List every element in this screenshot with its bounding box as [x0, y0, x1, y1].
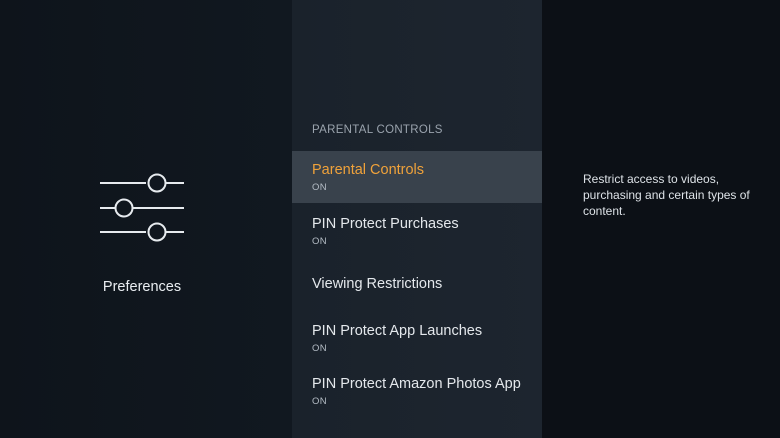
menu-item-status: ON: [312, 396, 327, 407]
menu-item-pin-protect-app-launches[interactable]: PIN Protect App Launches ON: [292, 311, 542, 363]
menu-item-viewing-restrictions[interactable]: Viewing Restrictions: [292, 258, 542, 310]
description-panel: Restrict access to videos, purchasing an…: [542, 0, 780, 438]
menu-item-pin-protect-amazon-photos[interactable]: PIN Protect Amazon Photos App ON: [292, 364, 542, 416]
menu-item-title: PIN Protect Amazon Photos App: [312, 376, 521, 392]
menu-header: PARENTAL CONTROLS: [312, 124, 443, 136]
item-description: Restrict access to videos, purchasing an…: [583, 172, 750, 218]
settings-menu: PARENTAL CONTROLS Parental Controls ON P…: [292, 0, 542, 438]
category-label: Preferences: [102, 279, 182, 295]
menu-item-status: ON: [312, 236, 327, 247]
menu-item-title: PIN Protect App Launches: [312, 323, 483, 339]
menu-item-status: ON: [312, 182, 327, 193]
menu-item-title: PIN Protect Purchases: [312, 216, 459, 232]
sliders-icon: [100, 173, 184, 242]
menu-item-status: ON: [312, 343, 327, 354]
category-panel: Preferences: [0, 0, 292, 438]
menu-item-pin-protect-purchases[interactable]: PIN Protect Purchases ON: [292, 204, 542, 256]
menu-item-parental-controls[interactable]: Parental Controls ON: [292, 151, 542, 203]
menu-item-title: Viewing Restrictions: [312, 276, 443, 292]
menu-item-title: Parental Controls: [312, 162, 425, 178]
